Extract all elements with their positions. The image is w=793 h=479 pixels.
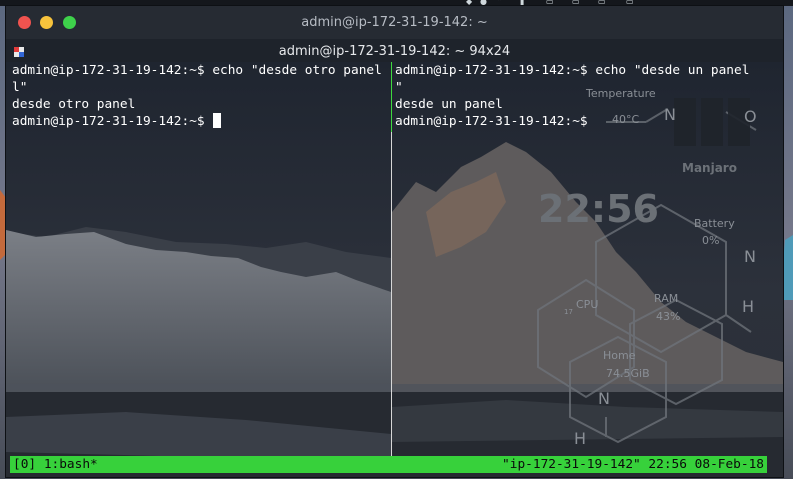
- terminal-line: admin@ip-172-31-19-142:~$ echo "desde ot…: [12, 63, 382, 78]
- terminal-pane-right[interactable]: admin@ip-172-31-19-142:~$ echo "desde un…: [395, 62, 775, 456]
- terminal-prompt: admin@ip-172-31-19-142:~$: [12, 114, 213, 129]
- tab-title: admin@ip-172-31-19-142: ~ 94x24: [278, 44, 511, 59]
- terminal-content[interactable]: Temperature 40°C Manjaro 22:56 Battery 0…: [6, 62, 783, 477]
- terminal-line: ": [395, 80, 403, 95]
- terminal-line: l": [12, 80, 28, 95]
- window-title: admin@ip-172-31-19-142: ~: [301, 15, 488, 30]
- pane-divider[interactable]: [391, 132, 392, 456]
- terminal-line: desde otro panel: [12, 97, 136, 112]
- tmux-status-bar: [0] 1:bash* "ip-172-31-19-142" 22:56 08-…: [10, 456, 767, 473]
- terminal-prompt-line: admin@ip-172-31-19-142:~$: [12, 113, 388, 130]
- tmux-window-list[interactable]: [0] 1:bash*: [13, 456, 98, 473]
- terminal-prompt: admin@ip-172-31-19-142:~$: [395, 114, 596, 129]
- text-cursor: [213, 113, 222, 128]
- terminal-line: desde un panel: [395, 97, 503, 112]
- terminal-window: admin@ip-172-31-19-142: ~ admin@ip-172-3…: [6, 6, 783, 477]
- tmux-status-info: "ip-172-31-19-142" 22:56 08-Feb-18: [502, 457, 764, 472]
- terminal-pane-left[interactable]: admin@ip-172-31-19-142:~$ echo "desde ot…: [12, 62, 388, 456]
- terminal-line: admin@ip-172-31-19-142:~$ echo "desde un…: [395, 63, 750, 78]
- pane-divider-active[interactable]: [391, 62, 392, 132]
- window-titlebar[interactable]: admin@ip-172-31-19-142: ~: [6, 6, 783, 39]
- terminal-tab-bar[interactable]: admin@ip-172-31-19-142: ~ 94x24: [6, 39, 783, 62]
